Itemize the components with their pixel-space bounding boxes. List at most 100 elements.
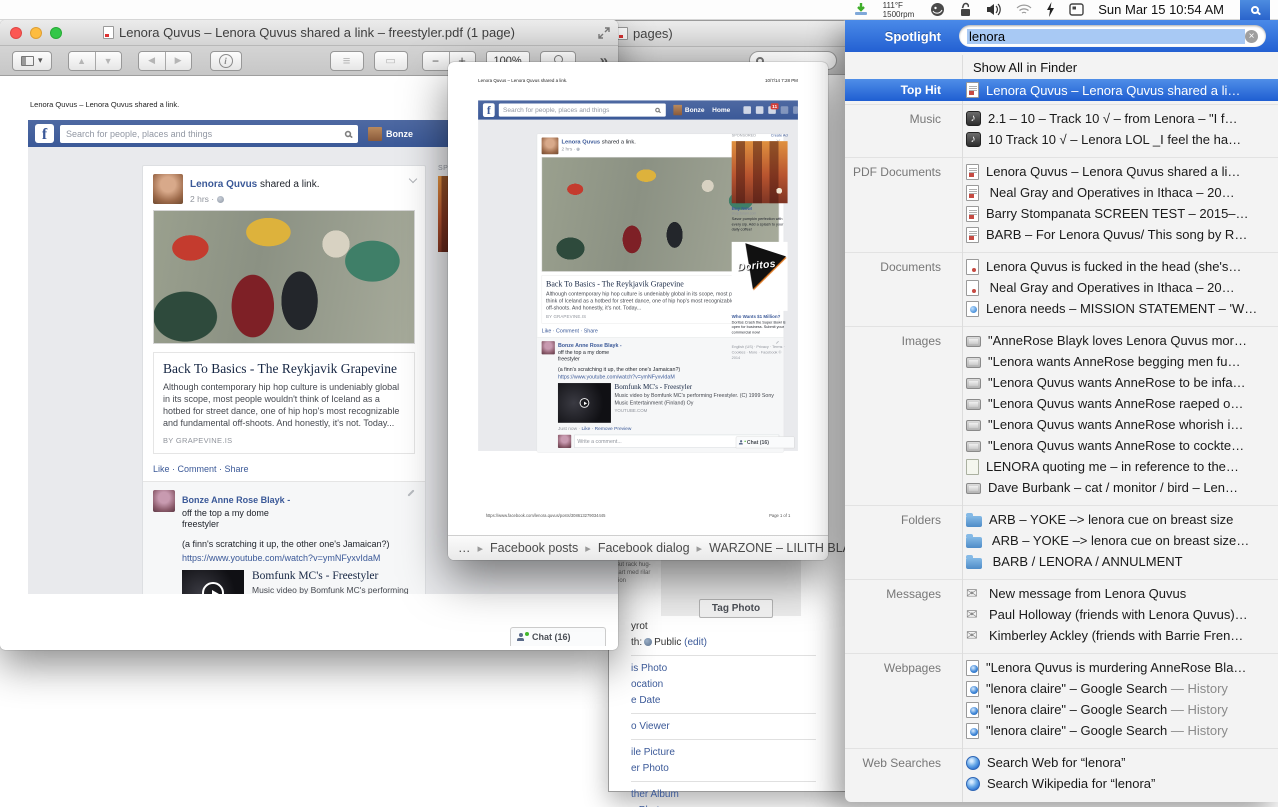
- grid-icon[interactable]: [1069, 3, 1084, 16]
- spotlight-result[interactable]: "Lenora Quvus wants AnneRose to cockte…: [845, 435, 1278, 456]
- back-icon[interactable]: [139, 52, 165, 70]
- profile-link[interactable]: Bonze: [386, 129, 413, 139]
- link-title[interactable]: Back To Basics - The Reykjavik Grapevine: [163, 361, 405, 377]
- page-up-down-buttons[interactable]: [68, 51, 122, 71]
- spotlight-result[interactable]: Barry Stompanata SCREEN TEST – 2015–…: [845, 203, 1278, 224]
- spotlight-result[interactable]: "Lenora Quvus wants AnneRose to be infa…: [845, 372, 1278, 393]
- video-attachment[interactable]: Bomfunk MC's - Freestyler Music video by…: [182, 570, 415, 594]
- spotlight-result[interactable]: "lenora claire" – Google Search — Histor…: [845, 720, 1278, 741]
- bg-menu-link-fragment[interactable]: is Photo: [631, 663, 831, 674]
- facebook-search-placeholder: Search for people, places and things: [66, 129, 344, 139]
- path-bar[interactable]: …Facebook postsFacebook dialogWARZONE – …: [448, 535, 828, 560]
- info-button[interactable]: [210, 51, 242, 71]
- spotlight-result[interactable]: PDF DocumentsLenora Quvus – Lenora Quvus…: [845, 161, 1278, 182]
- path-bar-crumb[interactable]: …: [458, 541, 490, 555]
- video-thumbnail[interactable]: [182, 570, 244, 594]
- bg-menu-link-fragment[interactable]: ther Album: [631, 789, 831, 800]
- privacy-icon: [781, 106, 789, 114]
- avatar[interactable]: [153, 174, 183, 204]
- fullscreen-icon[interactable]: [598, 27, 610, 39]
- volume-icon[interactable]: [986, 3, 1002, 16]
- back-forward-buttons[interactable]: [138, 51, 192, 71]
- online-status-dot: [744, 441, 745, 442]
- spotlight-result[interactable]: DocumentsLenora Quvus is fucked in the h…: [845, 256, 1278, 277]
- spotlight-result[interactable]: FoldersARB – YOKE –> lenora cue on breas…: [845, 509, 1278, 530]
- chat-bar[interactable]: Chat (16): [510, 627, 606, 646]
- spotlight-result[interactable]: Webpages"Lenora Quvus is murdering AnneR…: [845, 657, 1278, 678]
- zoom-out-icon[interactable]: [423, 52, 449, 70]
- spotlight-result[interactable]: Web SearchesSearch Web for “lenora”: [845, 752, 1278, 773]
- spotlight-result-suffix: — History: [1167, 681, 1228, 696]
- spotlight-result[interactable]: LENORA quoting me – in reference to the…: [845, 456, 1278, 477]
- bg-menu-link-fragment[interactable]: ocation: [631, 679, 831, 690]
- spotlight-result[interactable]: 10 Track 10 √ – Lenora LOL _I feel the h…: [845, 129, 1278, 150]
- spotlight-result-label: "Lenora wants AnneRose begging men fu…: [988, 354, 1241, 369]
- view-menu-button[interactable]: [12, 51, 52, 71]
- spotlight-result[interactable]: BARB – For Lenora Quvus/ This song by R…: [845, 224, 1278, 245]
- select-tool-button[interactable]: [374, 51, 408, 71]
- spotlight-result[interactable]: "lenora claire" – Google Search — Histor…: [845, 699, 1278, 720]
- spotlight-result[interactable]: ARB – YOKE –> lenora cue on breast size…: [845, 530, 1278, 551]
- spotlight-result[interactable]: "Lenora wants AnneRose begging men fu…: [845, 351, 1278, 372]
- print-preview-panel[interactable]: Lenora Quvus – Lenora Quvus shared a lin…: [448, 62, 828, 560]
- spotlight-result[interactable]: Music2.1 – 10 – Track 10 √ – from Lenora…: [845, 108, 1278, 129]
- text-tool-button[interactable]: [330, 51, 364, 71]
- spotlight-result[interactable]: Dave Burbank – cat / monitor / bird – Le…: [845, 477, 1278, 498]
- post-timestamp[interactable]: 2 hrs ·: [190, 194, 320, 204]
- spotlight-result[interactable]: "Lenora Quvus wants AnneRose whorish i…: [845, 414, 1278, 435]
- spotlight-result[interactable]: Neal Gray and Operatives in Ithaca – 20…: [845, 182, 1278, 203]
- audience-edit-link[interactable]: (edit): [684, 637, 707, 648]
- bg-menu-link-fragment[interactable]: e Date: [631, 695, 831, 706]
- page-up-icon[interactable]: [69, 52, 95, 70]
- spotlight-result[interactable]: MessagesNew message from Lenora Quvus: [845, 583, 1278, 604]
- spotlight-result[interactable]: Paul Holloway (friends with Lenora Quvus…: [845, 604, 1278, 625]
- avatar[interactable]: [368, 127, 382, 141]
- bg-window-titlebar[interactable]: pages): [609, 21, 847, 47]
- bg-audience-row[interactable]: th:Public (edit): [631, 637, 831, 648]
- bg-menu-link-fragment[interactable]: ile Picture: [631, 747, 831, 758]
- bolt-icon[interactable]: [1046, 2, 1055, 17]
- evernote-icon[interactable]: [930, 2, 945, 17]
- chevron-down-icon[interactable]: [409, 175, 417, 183]
- path-bar-crumb[interactable]: Facebook posts: [490, 541, 598, 555]
- post-photo[interactable]: [153, 210, 415, 344]
- bg-menu-link-fragment[interactable]: er Photo: [631, 763, 831, 774]
- spotlight-result[interactable]: Neal Gray and Operatives in Ithaca – 20…: [845, 277, 1278, 298]
- youtube-link[interactable]: https://www.youtube.com/watch?v=ymNFyxvI…: [182, 553, 415, 563]
- spotlight-result[interactable]: "Lenora Quvus wants AnneRose raeped o…: [845, 393, 1278, 414]
- comment-author-link[interactable]: Bonze Anne Rose Blayk -: [182, 495, 290, 505]
- spotlight-search-field[interactable]: lenora ×: [959, 25, 1266, 47]
- spotlight-menu-icon[interactable]: [1240, 0, 1270, 20]
- tag-photo-button[interactable]: Tag Photo: [699, 599, 773, 618]
- bg-menu-link-fragment[interactable]: o Viewer: [631, 721, 831, 732]
- youtube-link: https://www.youtube.com/watch?v=ymNFyxvI…: [558, 374, 779, 380]
- facebook-logo[interactable]: f: [35, 124, 54, 143]
- clear-icon[interactable]: ×: [1245, 30, 1258, 43]
- lock-icon[interactable]: [959, 2, 972, 17]
- spotlight-result[interactable]: Kimberley Ackley (friends with Barrie Fr…: [845, 625, 1278, 646]
- shared-link-box[interactable]: Back To Basics - The Reykjavik Grapevine…: [153, 352, 415, 454]
- post-author-link[interactable]: Lenora Quvus: [190, 179, 257, 190]
- facebook-search-field[interactable]: Search for people, places and things: [60, 125, 358, 143]
- video-title[interactable]: Bomfunk MC's - Freestyler: [252, 570, 415, 582]
- spotlight-top-hit[interactable]: Top Hit Lenora Quvus – Lenora Quvus shar…: [845, 79, 1278, 101]
- spotlight-result-label: BARB / LENORA / ANNULMENT: [989, 554, 1183, 569]
- forward-icon[interactable]: [165, 52, 191, 70]
- play-icon[interactable]: [202, 582, 224, 594]
- page-down-icon[interactable]: [95, 52, 121, 70]
- menu-bar-clock[interactable]: Sun Mar 15 10:54 AM: [1098, 2, 1224, 17]
- post-action-links[interactable]: Like · Comment · Share: [143, 462, 425, 481]
- preview-titlebar[interactable]: Lenora Quvus – Lenora Quvus shared a lin…: [0, 20, 618, 46]
- spotlight-result[interactable]: Search Wikipedia for “lenora”: [845, 773, 1278, 794]
- spotlight-show-all[interactable]: Show All in Finder: [845, 55, 1278, 79]
- wifi-icon[interactable]: [1016, 4, 1032, 16]
- spotlight-result[interactable]: "lenora claire" – Google Search — Histor…: [845, 678, 1278, 699]
- path-bar-crumb[interactable]: Facebook dialog: [598, 541, 709, 555]
- temperature-status[interactable]: 111°F 1500rpm: [883, 1, 915, 19]
- download-icon[interactable]: [853, 3, 869, 17]
- avatar[interactable]: [153, 490, 175, 512]
- spotlight-section-messages: MessagesNew message from Lenora QuvusPau…: [845, 579, 1278, 650]
- spotlight-result[interactable]: Lenora needs – MISSION STATEMENT – 'W…: [845, 298, 1278, 319]
- spotlight-result[interactable]: BARB / LENORA / ANNULMENT: [845, 551, 1278, 572]
- spotlight-result[interactable]: Images"AnneRose Blayk loves Lenora Quvus…: [845, 330, 1278, 351]
